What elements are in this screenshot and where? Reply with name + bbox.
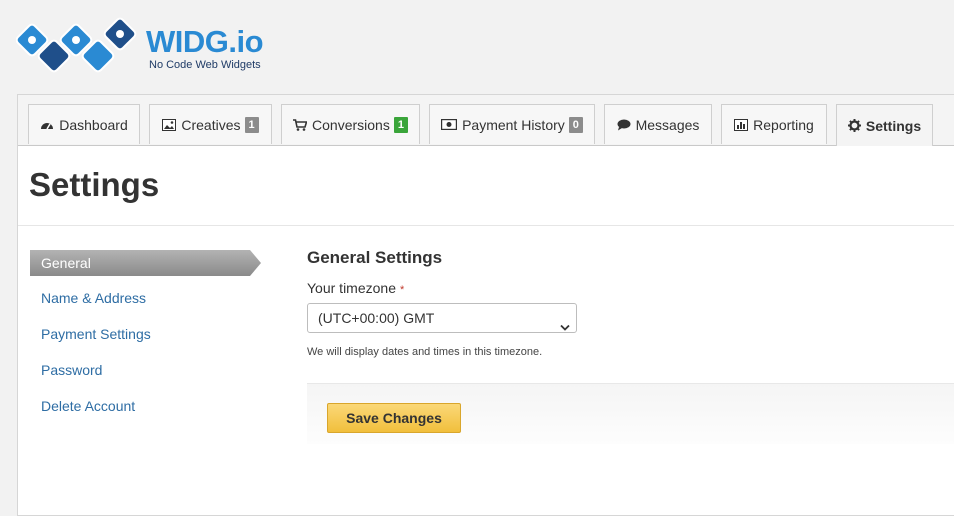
comment-icon <box>617 119 631 131</box>
timezone-select[interactable]: (UTC+00:00) GMT <box>307 303 577 333</box>
sidenav-item-password[interactable]: Password <box>41 362 102 378</box>
cart-icon <box>293 118 308 131</box>
sidenav-item-label: General <box>41 255 91 271</box>
tab-settings[interactable]: Settings <box>836 104 933 146</box>
sidenav-item-payment-settings[interactable]: Payment Settings <box>41 326 151 342</box>
creatives-count-badge: 1 <box>244 116 259 133</box>
sidenav-item-name-address[interactable]: Name & Address <box>41 290 146 306</box>
tab-messages[interactable]: Messages <box>604 104 712 144</box>
brand-tagline: No Code Web Widgets <box>149 59 261 71</box>
page-title: Settings <box>29 166 160 203</box>
tab-label: Reporting <box>753 116 814 133</box>
timezone-help-text: We will display dates and times in this … <box>307 346 543 358</box>
bar-chart-icon <box>734 118 749 131</box>
tab-payment-history[interactable]: Payment History 0 <box>429 104 595 144</box>
header: WIDG.io No Code Web Widgets <box>0 0 954 94</box>
image-icon <box>162 118 177 131</box>
tab-reporting[interactable]: Reporting <box>721 104 827 144</box>
brand-name: WIDG.io <box>146 24 264 59</box>
timezone-label-text: Your timezone <box>307 280 396 296</box>
conversions-count-badge: 1 <box>393 116 408 133</box>
tab-label: Settings <box>865 117 922 134</box>
payment-history-count-badge: 0 <box>568 116 583 133</box>
gear-icon <box>847 119 861 132</box>
required-marker: * <box>399 284 405 296</box>
chevron-down-icon <box>560 313 570 341</box>
timezone-label: Your timezone * <box>307 280 404 296</box>
main-panel: Dashboard Creatives 1 Conversions 1 Paym… <box>17 94 954 516</box>
sidenav-item-delete-account[interactable]: Delete Account <box>41 398 135 414</box>
timezone-selected-value: (UTC+00:00) GMT <box>318 310 435 326</box>
save-changes-button[interactable]: Save Changes <box>327 403 461 433</box>
sidenav-item-general[interactable]: General <box>30 250 262 276</box>
dashboard-icon <box>40 119 54 131</box>
money-icon <box>441 119 458 130</box>
tab-bar: Dashboard Creatives 1 Conversions 1 Paym… <box>18 95 954 146</box>
tab-dashboard[interactable]: Dashboard <box>28 104 140 144</box>
tab-conversions[interactable]: Conversions 1 <box>281 104 420 144</box>
section-title: General Settings <box>307 248 443 267</box>
tab-label: Creatives <box>181 116 241 133</box>
form-actions: Save Changes <box>307 383 954 444</box>
logo-icon <box>16 17 137 73</box>
tab-label: Dashboard <box>59 116 128 133</box>
tab-label: Messages <box>635 116 700 133</box>
tab-creatives[interactable]: Creatives 1 <box>149 104 272 144</box>
divider <box>18 225 954 226</box>
tab-label: Conversions <box>312 116 390 133</box>
tab-label: Payment History <box>462 116 565 133</box>
